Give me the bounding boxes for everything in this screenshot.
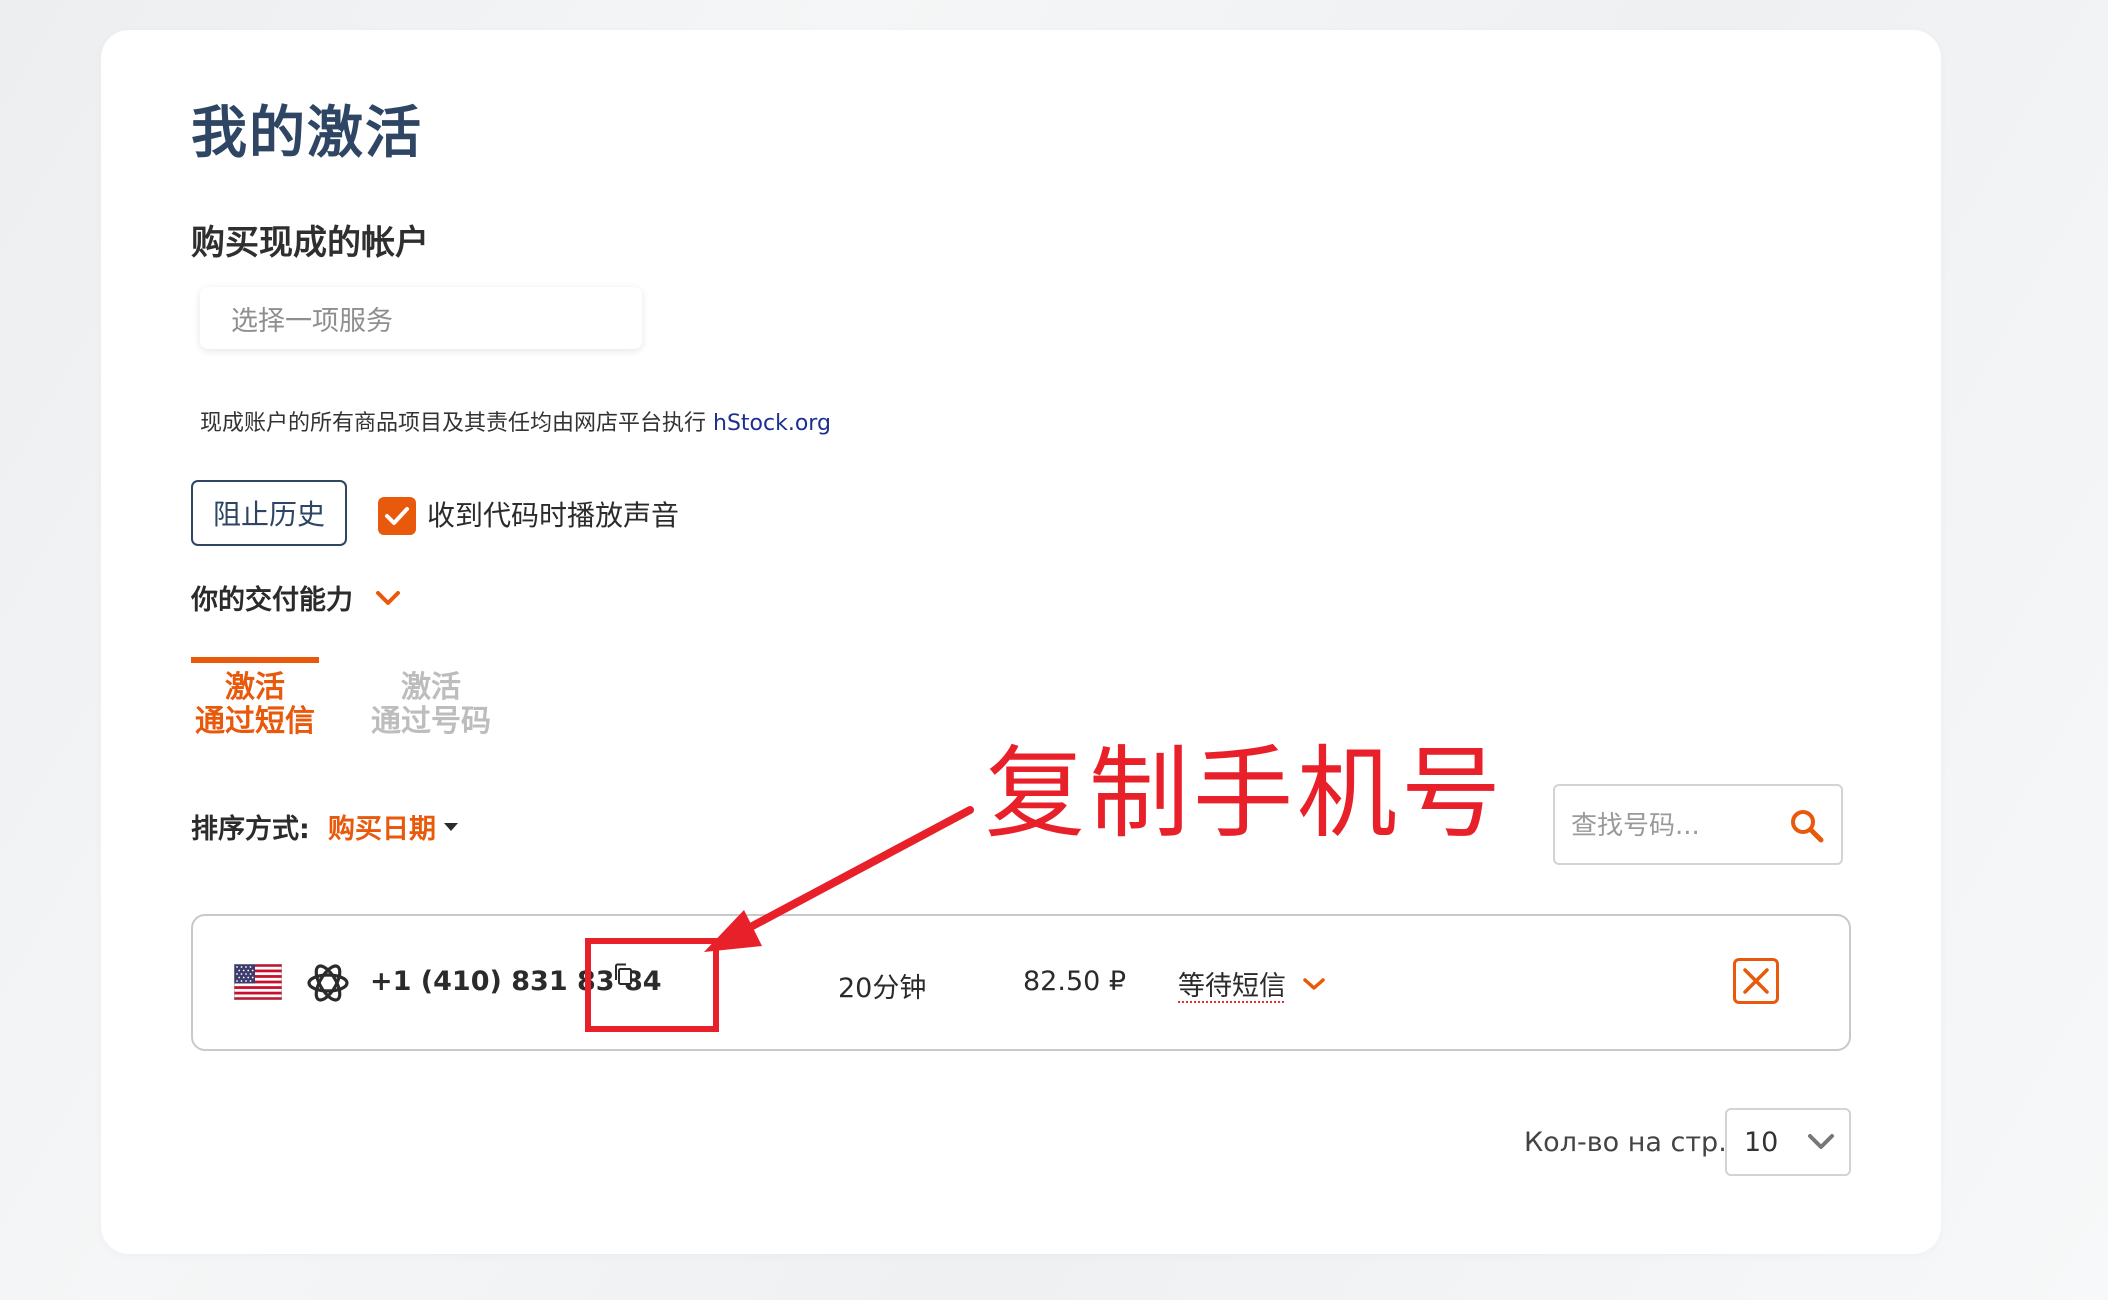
tab-number-line2: 通过号码 bbox=[371, 704, 491, 739]
search-icon[interactable] bbox=[1789, 808, 1825, 844]
per-page-select[interactable]: 10 bbox=[1725, 1108, 1851, 1176]
per-page-value: 10 bbox=[1744, 1126, 1779, 1158]
activation-duration: 20分钟 bbox=[838, 973, 927, 1004]
tab-sms-line2: 通过短信 bbox=[195, 704, 315, 739]
disclaimer: 现成账户的所有商品项目及其责任均由网店平台执行 hStock.org bbox=[200, 405, 831, 437]
activation-status: 等待短信 bbox=[1178, 971, 1286, 1002]
delivery-capabilities-label: 你的交付能力 bbox=[191, 585, 353, 616]
caret-down-icon bbox=[444, 822, 458, 831]
ready-accounts-title: 购买现成的帐户 bbox=[191, 223, 429, 263]
sound-checkbox-label: 收到代码时播放声音 bbox=[427, 499, 680, 532]
tab-sms-line1: 激活 bbox=[225, 670, 285, 705]
tab-sms-activation[interactable]: 激活 通过短信 bbox=[191, 657, 319, 739]
service-select[interactable]: 选择一项服务 bbox=[200, 287, 642, 349]
sound-checkbox[interactable] bbox=[378, 497, 416, 535]
delivery-capabilities-toggle[interactable]: 你的交付能力 bbox=[191, 578, 401, 617]
number-search-input[interactable] bbox=[1571, 806, 1771, 846]
sort-value: 购买日期 bbox=[328, 814, 436, 845]
service-select-placeholder: 选择一项服务 bbox=[231, 305, 393, 337]
block-history-button[interactable]: 阻止历史 bbox=[191, 480, 347, 546]
annotation-label: 复制手机号 bbox=[985, 735, 1505, 852]
tab-number-activation[interactable]: 激活 通过号码 bbox=[367, 663, 495, 739]
close-icon bbox=[1743, 968, 1769, 994]
activation-row: +1 (410) 831 83 84 20分钟 82.50 ₽ 等待短信 bbox=[191, 914, 1851, 1051]
checkmark-icon bbox=[385, 507, 409, 525]
hstock-link[interactable]: hStock.org bbox=[713, 411, 831, 436]
disclaimer-text: 现成账户的所有商品项目及其责任均由网店平台执行 bbox=[200, 411, 713, 436]
chevron-down-icon bbox=[1808, 1134, 1834, 1149]
sort-label: 排序方式: bbox=[191, 814, 310, 845]
annotation-arrow-icon bbox=[704, 806, 974, 952]
us-flag-icon bbox=[234, 964, 282, 1000]
tab-number-line1: 激活 bbox=[401, 670, 461, 705]
openai-icon bbox=[307, 964, 349, 1002]
activation-status-dropdown[interactable]: 等待短信 bbox=[1178, 964, 1326, 1003]
chevron-down-icon bbox=[376, 590, 400, 605]
chevron-down-icon bbox=[1303, 977, 1325, 990]
per-page-label: Кол-во на стр. bbox=[1524, 1127, 1727, 1158]
page-title: 我的激活 bbox=[191, 101, 423, 166]
cancel-activation-button[interactable] bbox=[1733, 958, 1779, 1004]
activation-price: 82.50 ₽ bbox=[1023, 966, 1127, 997]
number-search[interactable] bbox=[1553, 784, 1843, 865]
activations-card bbox=[101, 30, 1941, 1254]
sort-dropdown[interactable]: 购买日期 bbox=[328, 807, 458, 846]
